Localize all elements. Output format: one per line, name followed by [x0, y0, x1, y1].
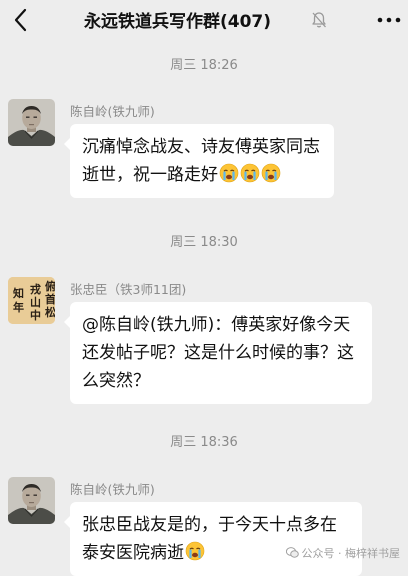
- message-text: 沉痛悼念战友、诗友傅英家同志逝世，祝一路走好: [82, 137, 320, 185]
- crying-face-emoji: [240, 163, 260, 183]
- crying-face-emoji: [219, 163, 239, 183]
- crying-face-emoji: [261, 163, 281, 183]
- message-bubble[interactable]: 沉痛悼念战友、诗友傅英家同志逝世，祝一路走好: [64, 124, 334, 198]
- time-divider: 周三 18:26: [170, 58, 238, 73]
- message-bubble[interactable]: @陈自岭(铁九师)：傅英家好像今天还发帖子呢？这是什么时候的事？这么突然？: [64, 302, 372, 404]
- svg-text:知: 知: [12, 286, 24, 300]
- chat-title: 永远铁道兵写作群(407): [84, 12, 272, 32]
- message-bubble[interactable]: 张忠臣战友是的，于今天十点多在泰安医院病逝: [64, 502, 362, 576]
- time-divider: 周三 18:36: [170, 435, 238, 450]
- avatar[interactable]: [8, 99, 55, 146]
- svg-text:中: 中: [30, 308, 41, 322]
- time-divider: 周三 18:30: [170, 235, 238, 250]
- more-dots-icon[interactable]: [376, 14, 402, 26]
- svg-text:首: 首: [45, 292, 55, 306]
- svg-text:山: 山: [30, 295, 41, 309]
- crying-face-emoji: [185, 541, 205, 561]
- chat-header: 永远铁道兵写作群(407): [0, 0, 408, 42]
- calligraphy-avatar-icon: 俯 首 松 戎 山 中 知 年: [8, 277, 55, 324]
- avatar[interactable]: 俯 首 松 戎 山 中 知 年: [8, 277, 55, 324]
- svg-text:戎: 戎: [30, 282, 41, 296]
- chevron-left-icon[interactable]: [10, 6, 32, 34]
- message-text: @陈自岭(铁九师)：傅英家好像今天还发帖子呢？这是什么时候的事？这么突然？: [82, 315, 354, 391]
- svg-text:年: 年: [13, 300, 24, 314]
- sender-name: 陈自岭(铁九师): [70, 104, 155, 119]
- watermark-text: 公众号 · 梅梓祥书屋: [301, 547, 401, 560]
- bell-off-icon: [312, 12, 326, 28]
- sender-name: 陈自岭(铁九师): [70, 482, 155, 497]
- svg-text:俯: 俯: [45, 279, 55, 293]
- wechat-official-icon: [285, 547, 299, 558]
- soldier-portrait-icon: [8, 99, 55, 146]
- soldier-portrait-icon: [8, 477, 55, 524]
- svg-text:松: 松: [45, 305, 55, 319]
- watermark: 公众号 · 梅梓祥书屋: [285, 545, 401, 561]
- sender-name: 张忠臣（铁3师11团): [70, 282, 187, 297]
- avatar[interactable]: [8, 477, 55, 524]
